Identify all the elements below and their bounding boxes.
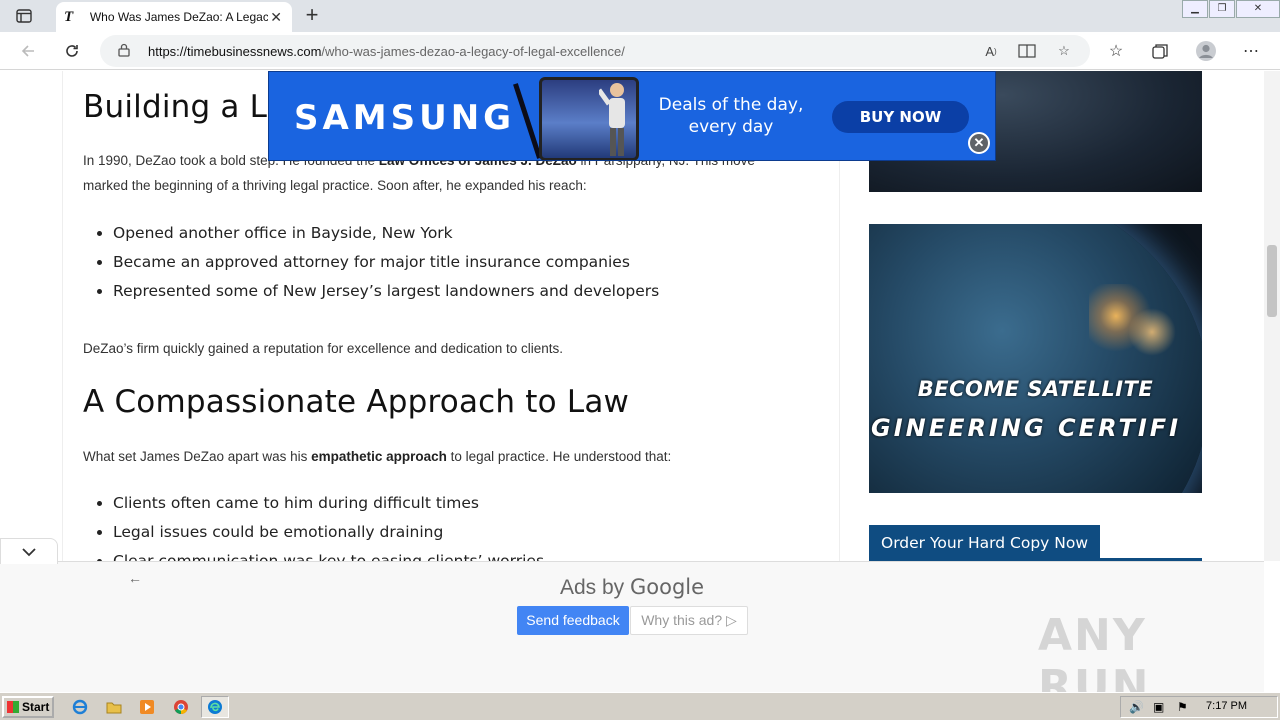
- restore-button[interactable]: ❐: [1209, 0, 1235, 18]
- list-item: Opened another office in Bayside, New Yo…: [113, 219, 659, 248]
- network-icon[interactable]: ▣: [1153, 700, 1164, 714]
- list-item: Clear communication was key to easing cl…: [113, 547, 544, 561]
- person-graphic: [599, 83, 625, 156]
- taskbar-clock[interactable]: 7:17 PM: [1206, 700, 1247, 712]
- ie-icon[interactable]: [68, 696, 92, 718]
- list-item: Represented some of New Jersey’s largest…: [113, 277, 659, 306]
- stylus-graphic: [513, 83, 542, 159]
- collections-icon[interactable]: [1149, 41, 1171, 61]
- url-path: /who-was-james-dezao-a-legacy-of-legal-e…: [321, 44, 625, 59]
- system-tray: 🔊 ▣ ⚑ 7:17 PM: [1120, 696, 1278, 718]
- order-widget-header: Order Your Hard Copy Now: [869, 525, 1202, 561]
- profile-avatar-icon[interactable]: [1195, 41, 1217, 61]
- list-item: Became an approved attorney for major ti…: [113, 248, 659, 277]
- file-explorer-icon[interactable]: [102, 696, 126, 718]
- send-feedback-button[interactable]: Send feedback: [517, 606, 629, 635]
- windows-taskbar: Start 🔊 ▣ ⚑ 7:17 PM: [0, 692, 1280, 720]
- media-player-icon[interactable]: [135, 696, 159, 718]
- browser-toolbar: https://timebusinessnews.com/who-was-jam…: [0, 32, 1280, 70]
- bullet-list-2: Clients often came to him during difficu…: [113, 489, 544, 561]
- google-text: Google: [629, 575, 705, 599]
- ad-tagline-line1: Deals of the day,: [658, 95, 804, 115]
- action-center-flag-icon[interactable]: ⚑: [1177, 700, 1188, 714]
- refresh-icon[interactable]: [58, 37, 86, 65]
- volume-icon[interactable]: 🔊: [1129, 700, 1144, 714]
- chrome-icon[interactable]: [169, 696, 193, 718]
- start-label: Start: [22, 700, 50, 714]
- article-paragraph-2: DeZao’s firm quickly gained a reputation…: [83, 341, 564, 356]
- banner-subheadline: GINEERING CERTIFI: [871, 414, 1182, 442]
- site-favicon-icon: T: [64, 9, 74, 25]
- edge-icon[interactable]: [201, 696, 229, 718]
- add-favorite-icon[interactable]: ☆: [1053, 41, 1075, 61]
- section-heading-compassionate: A Compassionate Approach to Law: [83, 384, 630, 420]
- paragraph-text: What set James DeZao apart was his: [83, 449, 312, 464]
- sidebar-banner-satellite[interactable]: BECOME SATELLITE GINEERING CERTIFI: [869, 224, 1202, 493]
- list-item: Clients often came to him during difficu…: [113, 489, 544, 518]
- ad-tagline-line2: every day: [688, 117, 774, 137]
- section-heading-building: Building a Le: [83, 89, 286, 125]
- window-controls: ▁ ❐ ✕: [1181, 0, 1280, 18]
- back-icon[interactable]: [14, 37, 42, 65]
- lock-icon[interactable]: [118, 43, 130, 62]
- favorites-icon[interactable]: ☆: [1105, 41, 1127, 61]
- close-ad-icon[interactable]: ✕: [968, 132, 990, 154]
- samsung-logo: SAMSUNG: [294, 98, 516, 138]
- tab-title: Who Was James DeZao: A Legacy: [89, 10, 269, 24]
- tab-actions-icon[interactable]: [8, 4, 40, 28]
- address-bar[interactable]: https://timebusinessnews.com/who-was-jam…: [100, 35, 1090, 67]
- minimize-button[interactable]: ▁: [1182, 0, 1208, 18]
- samsung-banner-ad[interactable]: SAMSUNG Deals of the day, every day BUY …: [268, 71, 996, 161]
- close-tab-icon[interactable]: ✕: [268, 9, 284, 26]
- ad-tagline: Deals of the day, every day: [641, 94, 821, 138]
- paragraph-text: marked the beginning of a thriving legal…: [83, 178, 587, 193]
- browser-tab[interactable]: T Who Was James DeZao: A Legacy ✕: [56, 2, 292, 32]
- page-scrollbar[interactable]: [1264, 71, 1280, 561]
- scrollbar-thumb[interactable]: [1267, 245, 1277, 317]
- url-host: https://timebusinessnews.com: [148, 44, 322, 59]
- collapse-ad-button[interactable]: [0, 538, 58, 564]
- order-hard-copy-heading[interactable]: Order Your Hard Copy Now: [869, 525, 1101, 561]
- bold-text: empathetic approach: [311, 449, 447, 464]
- windows-logo-icon: [7, 701, 19, 713]
- article-paragraph-3: What set James DeZao apart was his empat…: [83, 444, 823, 469]
- url-text: https://timebusinessnews.com/who-was-jam…: [148, 44, 625, 59]
- bullet-list-1: Opened another office in Bayside, New Yo…: [113, 219, 659, 306]
- city-lights-graphic: [1089, 284, 1179, 364]
- tab-strip: T Who Was James DeZao: A Legacy ✕ + ▁ ❐ …: [0, 0, 1280, 32]
- close-window-button[interactable]: ✕: [1236, 0, 1280, 18]
- ads-by-text: Ads by: [559, 576, 630, 599]
- why-this-ad-button[interactable]: Why this ad? ▷: [630, 606, 748, 635]
- more-menu-icon[interactable]: ⋯: [1240, 41, 1262, 61]
- chevron-down-icon: [22, 547, 36, 556]
- anchor-ad-panel: ← Ads by Google Send feedback Why this a…: [0, 538, 1264, 712]
- ads-by-google-label: Ads by Google: [0, 575, 1264, 600]
- banner-headline: BECOME SATELLITE: [917, 377, 1154, 401]
- list-item: Legal issues could be emotionally draini…: [113, 518, 544, 547]
- buy-now-button[interactable]: BUY NOW: [832, 101, 969, 133]
- immersive-reader-icon[interactable]: [1016, 41, 1038, 61]
- new-tab-button[interactable]: +: [300, 4, 324, 28]
- start-button[interactable]: Start: [2, 696, 54, 718]
- paragraph-text: to legal practice. He understood that:: [446, 449, 672, 464]
- read-aloud-icon[interactable]: A): [980, 41, 1002, 61]
